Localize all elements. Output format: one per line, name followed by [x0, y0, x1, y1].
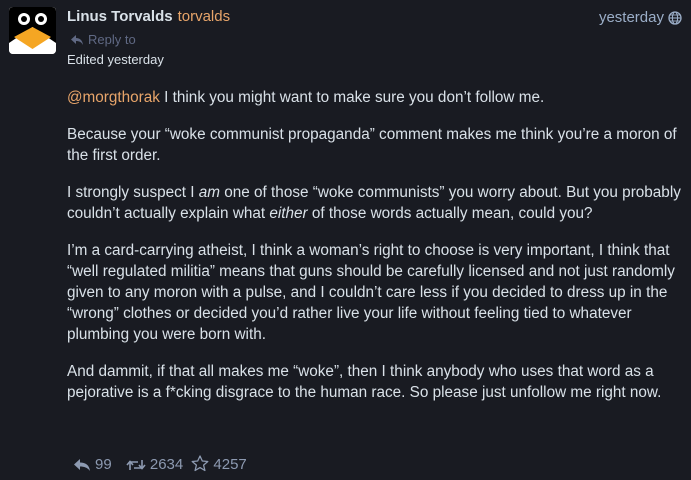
avatar[interactable] [9, 7, 56, 54]
star-icon [191, 455, 209, 472]
account-handle[interactable]: torvalds [178, 8, 231, 25]
reply-button[interactable]: 99 [73, 456, 112, 473]
reply-to-label: Reply to [88, 32, 136, 47]
reply-count: 99 [95, 456, 112, 473]
reply-arrow-icon [71, 35, 83, 45]
boost-icon [126, 460, 146, 470]
paragraph-1: @morgthorak I think you might want to ma… [67, 89, 545, 106]
favourite-count: 4257 [213, 456, 247, 473]
paragraph-2: Because your “woke communist propaganda”… [67, 126, 677, 164]
globe-icon [668, 11, 682, 25]
reply-icon [74, 459, 90, 471]
mention-link[interactable]: @morgthorak [67, 89, 160, 106]
paragraph-4: I’m a card-carrying atheist, I think a w… [67, 242, 675, 343]
paragraph-3: I strongly suspect I am one of those “wo… [67, 184, 681, 222]
favourite-button[interactable]: 4257 [191, 455, 247, 473]
status-post: Linus Torvalds torvalds yesterday Reply t… [0, 0, 691, 480]
display-name[interactable]: Linus Torvalds [67, 8, 173, 25]
edited-indicator[interactable]: Edited yesterday [67, 52, 164, 67]
post-content: @morgthorak I think you might want to ma… [67, 87, 689, 419]
boost-count: 2634 [149, 456, 184, 473]
penguin-avatar-icon [9, 7, 56, 54]
action-bar: 99 2634 4257 [73, 455, 257, 473]
display-name-line[interactable]: Linus Torvalds torvalds [67, 8, 230, 25]
paragraph-5: And dammit, if that all makes me “woke”,… [67, 363, 662, 401]
boost-button[interactable]: 2634 [126, 456, 183, 473]
timestamp[interactable]: yesterday [599, 9, 664, 26]
reply-to-link[interactable]: Reply to [70, 32, 136, 47]
